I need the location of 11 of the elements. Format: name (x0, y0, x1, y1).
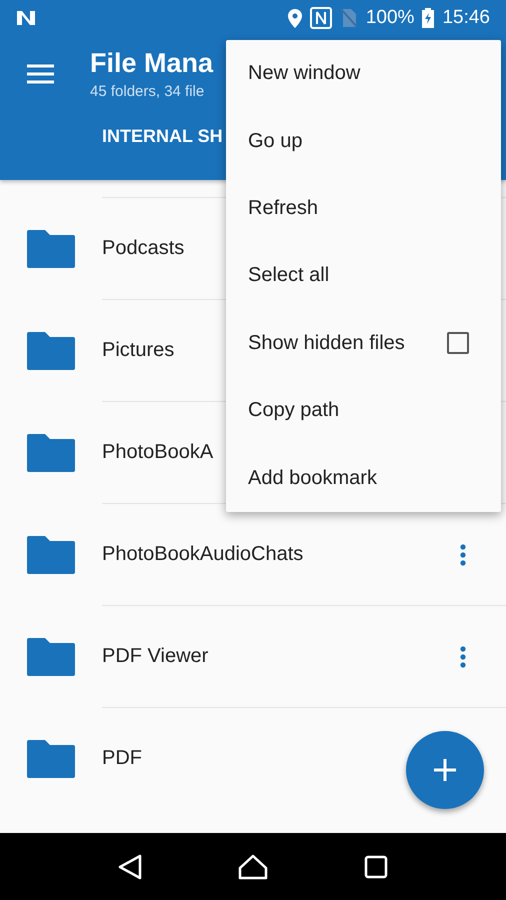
app-title: File Mana (90, 48, 214, 79)
menu-item-label: Show hidden files (248, 332, 406, 355)
folder-name: PhotoBookAudioChats (102, 543, 304, 566)
folder-name: PDF Viewer (102, 645, 208, 668)
folder-name: Pictures (102, 339, 174, 362)
folder-name: PhotoBookA (102, 441, 214, 464)
folder-count: 45 folders, 34 file (90, 83, 206, 100)
clock: 15:46 (442, 7, 490, 29)
folder-name: PDF (102, 747, 142, 770)
folder-name: Podcasts (102, 237, 184, 260)
battery-percent: 100% (366, 7, 414, 29)
